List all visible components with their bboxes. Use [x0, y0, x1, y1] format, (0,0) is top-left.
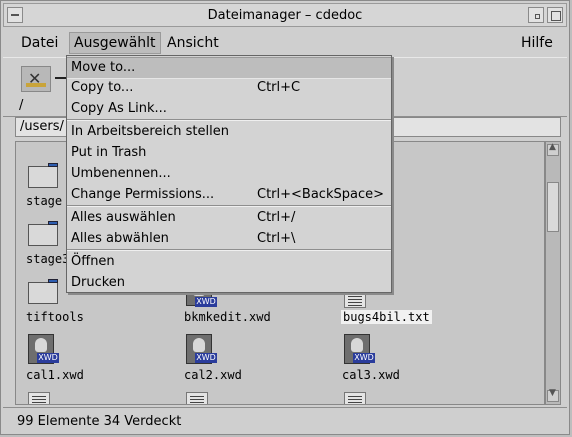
menu-item-copy-to[interactable]: Copy to... Ctrl+C [67, 78, 391, 98]
menu-item-copy-as-link[interactable]: Copy As Link... [67, 99, 391, 119]
menu-item-drucken[interactable]: Drucken [67, 273, 391, 293]
root-path-label[interactable]: / [19, 98, 23, 113]
menu-item-label: In Arbeitsbereich stellen [71, 124, 229, 139]
menu-item-umbenennen[interactable]: Umbenennen... [67, 164, 391, 184]
window-title: Dateimanager – cdedoc [207, 8, 363, 23]
menu-item-alles-auswaehlen[interactable]: Alles auswählen Ctrl+/ [67, 208, 391, 228]
menu-datei[interactable]: Datei [17, 33, 62, 53]
tools-icon[interactable] [21, 66, 51, 92]
xwd-tag: XWD [353, 353, 375, 363]
text-file-icon[interactable] [186, 392, 208, 404]
menu-separator [67, 249, 391, 251]
xwd-file-icon[interactable]: XWD [186, 334, 217, 364]
title-bar[interactable]: Dateimanager – cdedoc [3, 3, 567, 27]
file-label-cal1[interactable]: cal1.xwd [26, 368, 84, 382]
folder-icon[interactable] [28, 163, 58, 188]
status-bar: 99 Elemente 34 Verdeckt [3, 407, 567, 433]
status-text: 99 Elemente 34 Verdeckt [17, 414, 182, 429]
xwd-file-icon[interactable]: XWD [344, 334, 375, 364]
text-file-icon[interactable] [344, 392, 366, 404]
xwd-tag: XWD [37, 353, 59, 363]
file-manager-window: Dateimanager – cdedoc Datei Ausgewählt A… [0, 0, 570, 435]
menu-item-alles-abwaehlen[interactable]: Alles abwählen Ctrl+\ [67, 229, 391, 249]
xwd-file-icon[interactable]: XWD [28, 334, 59, 364]
menu-item-label: Change Permissions... [71, 187, 215, 202]
scroll-up-arrow-icon[interactable] [547, 142, 559, 156]
menu-bar: Datei Ausgewählt Ansicht Hilfe [3, 29, 567, 55]
menu-item-shortcut: Ctrl+C [257, 80, 301, 95]
menu-item-label: Drucken [71, 275, 126, 290]
menu-item-label: Alles auswählen [71, 210, 176, 225]
minimize-button[interactable] [528, 7, 544, 23]
xwd-tag: XWD [195, 353, 217, 363]
menu-item-shortcut: Ctrl+\ [257, 231, 296, 246]
menu-separator [67, 205, 391, 207]
text-file-icon[interactable] [28, 392, 50, 404]
menu-item-shortcut: Ctrl+/ [257, 210, 296, 225]
menu-item-in-arbeitsbereich[interactable]: In Arbeitsbereich stellen [67, 122, 391, 142]
menu-item-put-in-trash[interactable]: Put in Trash [67, 143, 391, 163]
file-label-cal2[interactable]: cal2.xwd [184, 368, 242, 382]
file-label-stage3[interactable]: stage3 [26, 252, 69, 266]
text-file-icon[interactable] [344, 292, 366, 308]
file-label-tiftools[interactable]: tiftools [26, 310, 84, 324]
file-label-bkmkedit[interactable]: bkmkedit.xwd [184, 310, 271, 324]
menu-item-move-to[interactable]: Move to... [67, 57, 391, 79]
folder-icon[interactable] [28, 279, 58, 304]
file-label-bugs4bil[interactable]: bugs4bil.txt [341, 310, 432, 324]
menu-item-label: Umbenennen... [71, 166, 171, 181]
menu-item-label: Öffnen [71, 254, 115, 269]
xwd-tag: XWD [195, 297, 217, 307]
menu-item-label: Copy to... [71, 80, 134, 95]
scroll-thumb[interactable] [547, 182, 559, 232]
folder-icon[interactable] [28, 221, 58, 246]
menu-item-label: Put in Trash [71, 145, 147, 160]
menu-hilfe[interactable]: Hilfe [517, 33, 557, 53]
menu-item-label: Alles abwählen [71, 231, 169, 246]
menu-item-oeffnen[interactable]: Öffnen [67, 252, 391, 272]
file-label-cal3[interactable]: cal3.xwd [342, 368, 400, 382]
menu-ansicht[interactable]: Ansicht [163, 33, 223, 53]
menu-ausgewaehlt[interactable]: Ausgewählt [69, 32, 161, 54]
menu-item-label: Move to... [71, 60, 136, 75]
menu-item-shortcut: Ctrl+<BackSpace> [257, 187, 384, 202]
menu-item-change-permissions[interactable]: Change Permissions... Ctrl+<BackSpace> [67, 185, 391, 205]
selected-menu-dropdown: Move to... Copy to... Ctrl+C Copy As Lin… [66, 55, 392, 293]
menu-item-label: Copy As Link... [71, 101, 167, 116]
menu-separator [67, 119, 391, 121]
scroll-down-arrow-icon[interactable] [547, 388, 559, 402]
vertical-scrollbar[interactable] [545, 141, 561, 405]
file-label-stage[interactable]: stage [26, 194, 62, 208]
maximize-button[interactable] [547, 7, 563, 23]
